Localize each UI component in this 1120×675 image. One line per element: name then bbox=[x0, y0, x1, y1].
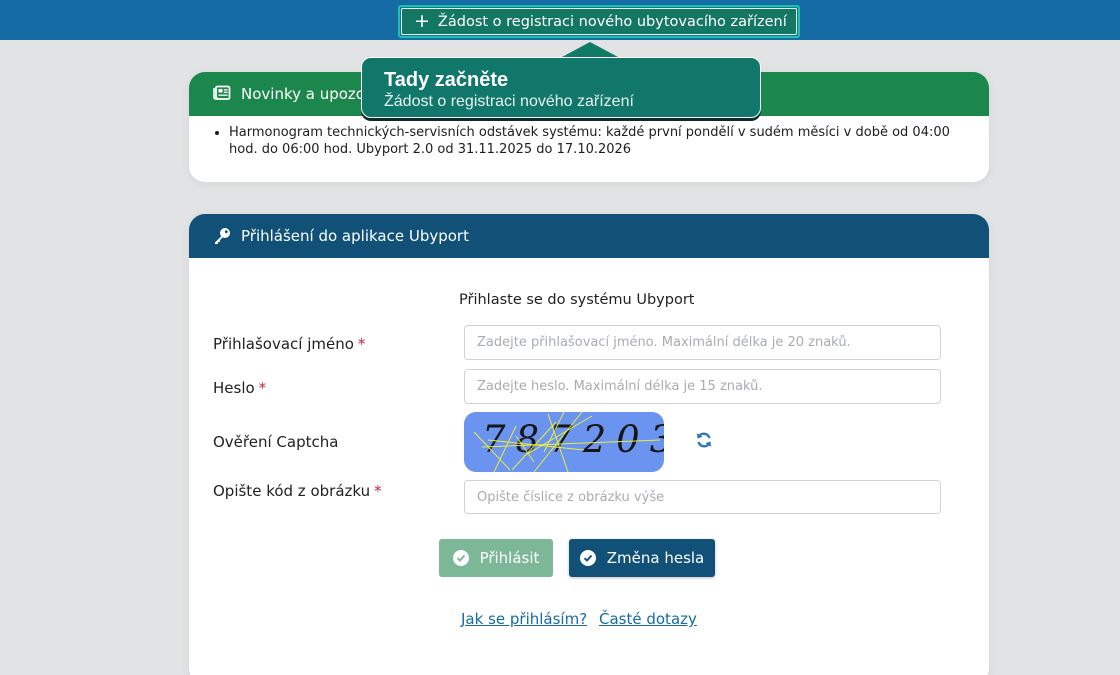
password-input[interactable] bbox=[464, 369, 941, 404]
required-mark: * bbox=[357, 335, 366, 353]
username-label: Přihlašovací jméno * bbox=[213, 335, 366, 353]
start-here-tooltip: Tady začněte Žádost o registraci nového … bbox=[361, 57, 761, 118]
news-title: Novinky a upozo bbox=[241, 85, 365, 103]
captcha-code-input[interactable] bbox=[464, 480, 941, 514]
plus-icon: + bbox=[414, 10, 430, 32]
tooltip-subtitle: Žádost o registraci nového zařízení bbox=[384, 93, 634, 110]
username-input[interactable] bbox=[464, 325, 941, 360]
captcha-noise-lines bbox=[473, 412, 661, 472]
login-button[interactable]: Přihlásit bbox=[439, 539, 553, 577]
login-card: Přihlášení do aplikace Ubyport Přihlaste… bbox=[189, 214, 989, 675]
refresh-captcha-icon[interactable] bbox=[694, 430, 714, 450]
how-to-login-link[interactable]: Jak se přihlásím? bbox=[461, 610, 587, 628]
tooltip-title: Tady začněte bbox=[384, 69, 509, 91]
newspaper-icon bbox=[213, 85, 231, 103]
change-password-button[interactable]: Změna hesla bbox=[569, 539, 715, 577]
captcha-image: 787203 bbox=[464, 412, 664, 472]
password-label: Heslo * bbox=[213, 379, 267, 397]
captcha-code-label: Opište kód z obrázku * bbox=[213, 482, 382, 500]
check-circle-icon bbox=[579, 550, 596, 566]
faq-link[interactable]: Časté dotazy bbox=[599, 610, 697, 628]
key-icon bbox=[213, 227, 231, 245]
login-button-label: Přihlásit bbox=[479, 549, 540, 567]
register-facility-button[interactable]: + Žádost o registraci nového ubytovacího… bbox=[398, 5, 800, 38]
register-facility-label: Žádost o registraci nového ubytovacího z… bbox=[437, 13, 787, 30]
tooltip-pointer bbox=[562, 42, 618, 57]
login-intro: Přihlaste se do systému Ubyport bbox=[459, 292, 695, 308]
top-bar: + Žádost o registraci nového ubytovacího… bbox=[0, 0, 1120, 40]
login-title: Přihlášení do aplikace Ubyport bbox=[241, 227, 469, 245]
captcha-label: Ověření Captcha bbox=[213, 433, 339, 451]
required-mark: * bbox=[374, 482, 382, 500]
login-header: Přihlášení do aplikace Ubyport bbox=[189, 214, 989, 258]
required-mark: * bbox=[258, 379, 267, 397]
news-item: Harmonogram technických-servisních odstá… bbox=[229, 124, 959, 158]
check-circle-icon bbox=[452, 550, 469, 566]
change-password-label: Změna hesla bbox=[606, 549, 705, 567]
news-list: Harmonogram technických-servisních odstá… bbox=[189, 116, 989, 158]
